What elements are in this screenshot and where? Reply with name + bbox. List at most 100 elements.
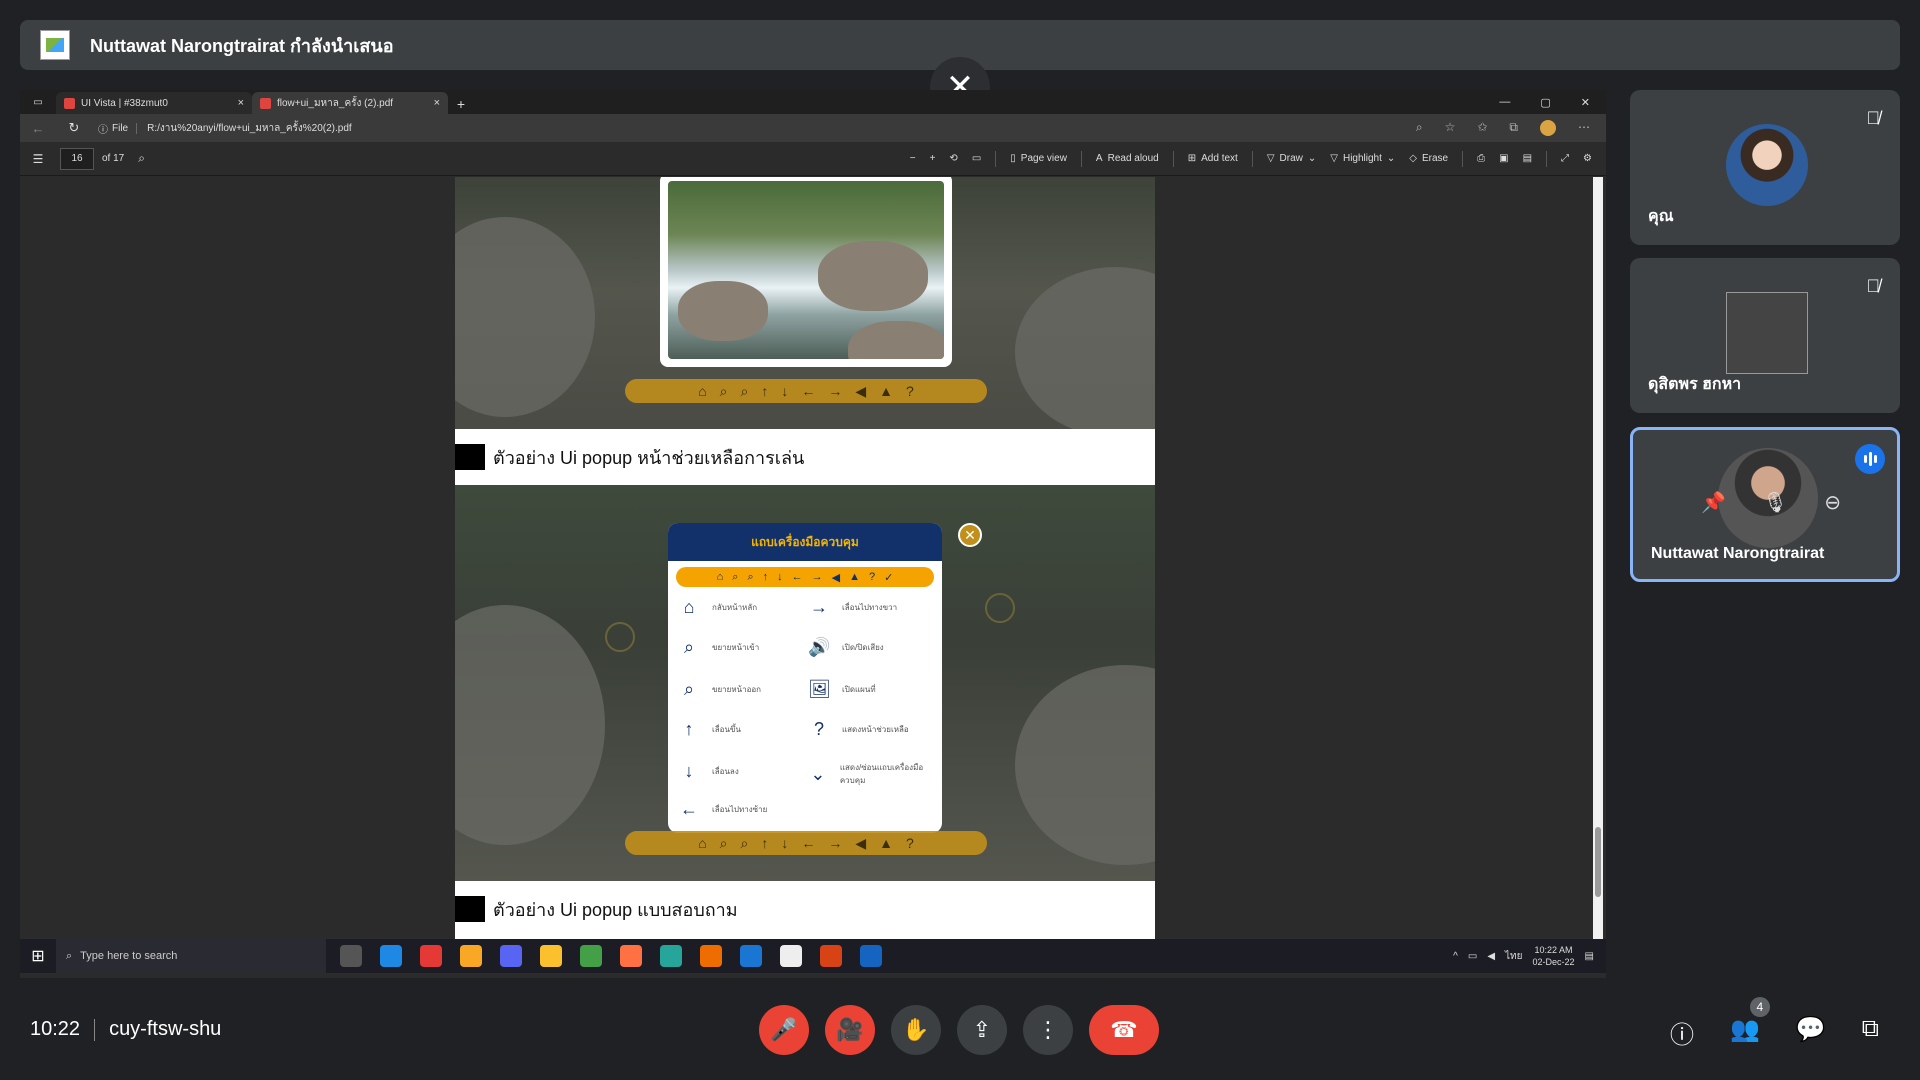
leave-call-button[interactable]: ☎ [1089,1005,1159,1055]
app-icon[interactable] [700,945,722,967]
zoom-in-icon[interactable]: + [930,153,936,164]
mic-toggle-button[interactable]: 🎤 [759,1005,809,1055]
taskbar-search[interactable]: ⌕ Type here to search [56,939,326,973]
legend-item: 🔊 เปิด/ปิดเสียง [808,637,884,658]
new-tab-button[interactable]: + [448,96,474,114]
favorite-icon[interactable]: ☆ [1445,120,1456,136]
arrow-down-icon: ↓ [781,835,789,851]
tab-actions-icon[interactable]: ▭ [20,90,56,114]
language-indicator[interactable]: ไทย [1505,949,1522,964]
rock-decoration [455,217,595,417]
chat-icon[interactable]: 💬 [1796,1015,1826,1050]
contents-icon[interactable]: ☰ [20,152,56,166]
back-icon[interactable]: ← [20,121,56,136]
tab-close-icon[interactable]: × [434,97,440,109]
edge-dev-icon[interactable] [660,945,682,967]
legend-item: ↑ เลื่อนขึ้น [678,719,741,740]
camera-toggle-button[interactable]: 🎥 [825,1005,875,1055]
favorites-icon[interactable]: ✩ [1477,120,1487,136]
raise-hand-button[interactable]: ✋ [891,1005,941,1055]
network-icon[interactable]: ▭ [1468,951,1477,962]
zoom-out-icon[interactable]: − [910,153,916,164]
scrollbar-thumb[interactable] [1595,827,1601,897]
line-icon[interactable] [580,945,602,967]
volume-icon[interactable]: ◀ [1487,951,1495,962]
add-text-button[interactable]: ⊞ Add text [1188,153,1238,164]
activities-icon[interactable]: ⧉ [1862,1015,1879,1050]
chevron-down-icon[interactable]: ⌄ [1387,153,1395,164]
read-aloud-button[interactable]: A Read aloud [1096,153,1159,164]
chevron-down-icon[interactable]: ⌄ [1308,153,1316,164]
pin-icon[interactable]: 📌 [1701,490,1726,515]
sticky-notes-icon[interactable] [540,945,562,967]
reload-icon[interactable]: ↻ [56,120,92,136]
store-icon[interactable] [740,945,762,967]
legend-item: ← เลื่อนไปทางซ้าย [678,799,767,820]
rotate-icon[interactable]: ⟲ [949,153,957,164]
legend-item: ? แสดงหน้าช่วยเหลือ [808,719,909,740]
arrow-right-icon: → [810,597,828,617]
notion-icon[interactable] [780,945,802,967]
taskbar-clock[interactable]: 10:22 AM 02-Dec-22 [1533,944,1575,968]
remove-icon[interactable]: ⊖ [1824,490,1841,515]
meeting-details-icon[interactable]: ⓘ [1670,1015,1694,1050]
erase-button[interactable]: ◇ Erase [1409,153,1448,164]
participant-name: ดุสิตพร ฮกหา [1648,376,1742,393]
minimize-button[interactable]: — [1499,96,1510,109]
zoom-in-icon: ⌕ [683,637,695,657]
powerpoint-icon[interactable] [820,945,842,967]
browser-tab-active[interactable]: flow+ui_มหาล_ครั้ง (2).pdf × [252,92,448,114]
legend-label: เลื่อนลง [712,767,739,776]
legend-label: กลับหน้าหลัก [712,603,758,612]
pdf-scrollbar[interactable] [1593,177,1603,939]
participant-tile[interactable]: 🎙̸ คุณ [1630,90,1900,245]
profile-avatar[interactable] [1540,120,1556,136]
people-icon: 👥 [1730,1016,1760,1043]
file-explorer-icon[interactable] [460,945,482,967]
windows-start-icon[interactable]: ⊞ [20,946,56,966]
tab-close-icon[interactable]: × [238,97,244,109]
highlight-button[interactable]: ▽ Highlight ⌄ [1330,153,1395,164]
more-icon[interactable]: ⋯ [1578,120,1590,136]
save-icon[interactable]: ▣ [1499,153,1508,164]
notifications-icon[interactable]: ▤ [1585,951,1594,962]
page-number-input[interactable]: 16 [60,147,94,170]
save-as-icon[interactable]: ▤ [1523,153,1532,164]
page-view-button[interactable]: ▯ Page view [1010,153,1067,164]
chevron-up-icon[interactable]: ^ [1453,951,1458,962]
draw-button[interactable]: ▽ Draw ⌄ [1267,153,1316,164]
collections-icon[interactable]: ⧉ [1509,120,1518,136]
search-icon[interactable]: ⌕ [138,151,145,166]
print-icon[interactable]: ⎙ [1477,153,1485,164]
legend-label: ขยายหน้าเข้า [712,643,760,652]
tab-title: UI Vista | #38zmut0 [81,97,168,109]
participant-tile-speaking[interactable]: 📌 🎙 ⊖ Nuttawat Narongtrairat [1630,427,1900,582]
participant-tile[interactable]: 🎙̸ ดุสิตพร ฮกหา [1630,258,1900,413]
settings-icon[interactable]: ⚙ [1583,153,1592,164]
mic-icon[interactable]: 🎙 [1762,490,1787,515]
restore-button[interactable]: ▢ [1540,96,1550,109]
pdf-tools: − + ⟲ ▭ ▯ Page view A Read aloud ⊞ Add text… [910,150,1606,167]
present-button[interactable]: ⇪ [957,1005,1007,1055]
url-input[interactable]: R:/งาน%20anyi/flow+ui_มหาล_ครั้ง%20(2).p… [147,121,352,136]
app-icon[interactable] [420,945,442,967]
legend-item: 🖼 เปิดแผนที่ [808,679,876,700]
more-options-button[interactable]: ⋮ [1023,1005,1073,1055]
close-window-button[interactable]: ✕ [1581,96,1590,109]
word-icon[interactable] [860,945,882,967]
fit-page-icon[interactable]: ▭ [972,153,981,164]
presenter-text: Nuttawat Narongtrairat กำลังนำเสนอ [90,35,394,56]
browser-tab[interactable]: UI Vista | #38zmut0 × [56,92,252,114]
photo-frame [660,177,952,367]
firefox-icon[interactable] [620,945,642,967]
fullscreen-icon[interactable]: ⤢ [1561,153,1569,164]
info-icon[interactable]: ⓘ [98,121,108,136]
game-toolbar: ⌂ ⌕ ⌕ ↑ ↓ ← → ◀ ▲? [625,831,987,855]
zoom-icon[interactable]: ⌕ [1416,120,1423,136]
pdf-toolbar: ☰ 16 of 17 ⌕ − + ⟲ ▭ ▯ Page view A Read al… [20,142,1606,176]
people-button[interactable]: 👥 4 [1730,997,1770,1050]
task-view-icon[interactable] [340,945,362,967]
discord-icon[interactable] [500,945,522,967]
pdf-viewer[interactable]: ⌂ ⌕ ⌕ ↑ ↓ ← → ◀ ▲? ตัวอย่าง Ui popup หน้าช่วยเหล… [20,177,1600,939]
edge-icon[interactable] [380,945,402,967]
